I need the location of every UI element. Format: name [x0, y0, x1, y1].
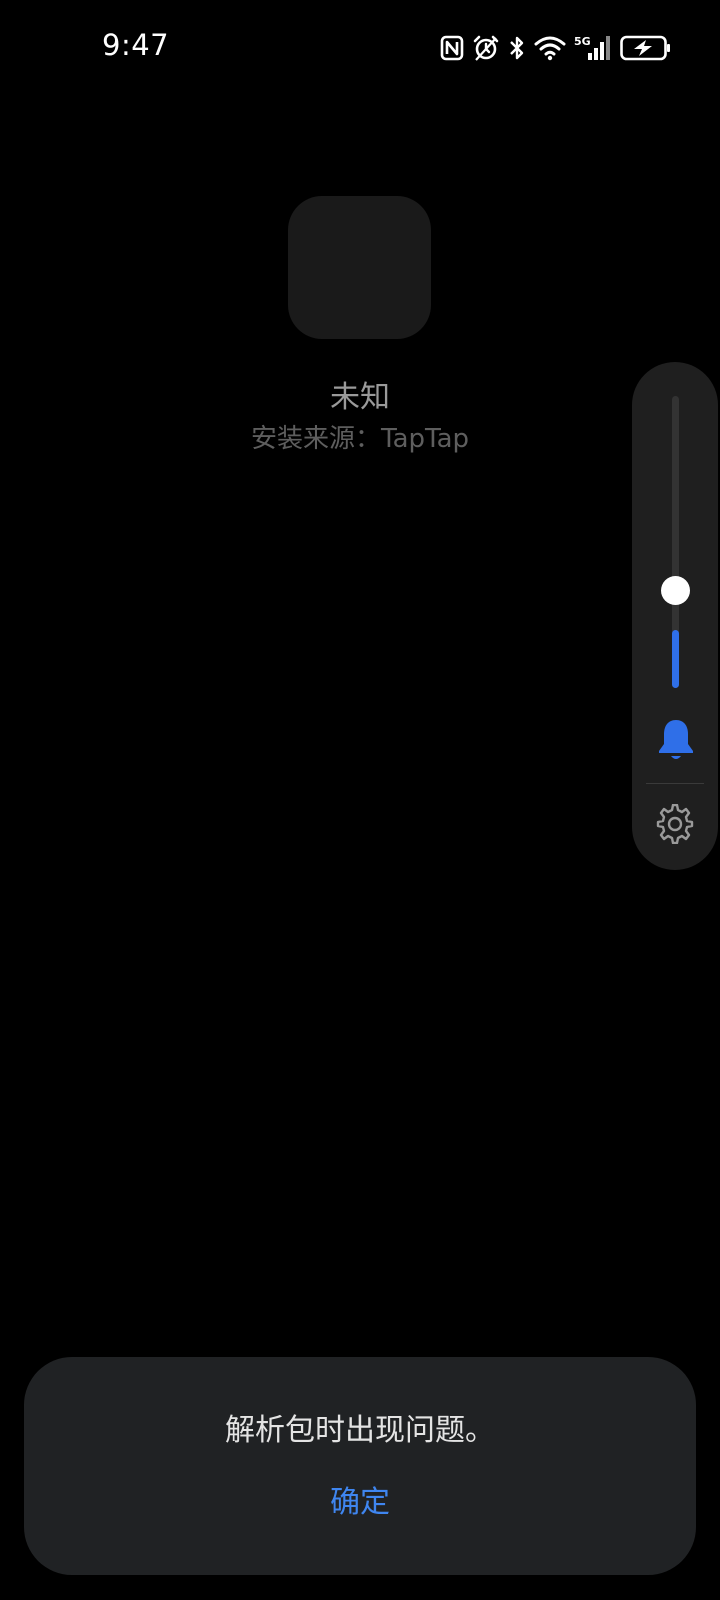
status-time: 9:47 [102, 28, 170, 62]
gear-icon[interactable] [655, 803, 695, 845]
network-label: 5G [574, 35, 591, 48]
battery-charging-icon [620, 30, 672, 66]
volume-panel [632, 362, 718, 870]
status-bar: 9:47 5G [0, 0, 720, 96]
volume-fill [672, 630, 679, 688]
nfc-icon [440, 30, 464, 66]
error-dialog: 解析包时出现问题。 确定 [24, 1357, 696, 1575]
bluetooth-icon [508, 30, 526, 66]
app-name: 未知 [330, 380, 390, 415]
volume-divider [646, 783, 704, 784]
confirm-button[interactable]: 确定 [310, 1475, 410, 1531]
install-source: 安装来源：TapTap [250, 424, 470, 454]
dialog-message: 解析包时出现问题。 [225, 1413, 495, 1448]
alarm-icon [472, 30, 500, 66]
app-icon [288, 196, 431, 339]
bell-icon[interactable] [656, 718, 696, 762]
status-icons: 5G [440, 30, 672, 66]
wifi-icon [534, 30, 566, 66]
volume-slider[interactable] [672, 396, 679, 688]
volume-thumb[interactable] [661, 576, 690, 605]
5g-signal-icon: 5G [574, 30, 612, 66]
